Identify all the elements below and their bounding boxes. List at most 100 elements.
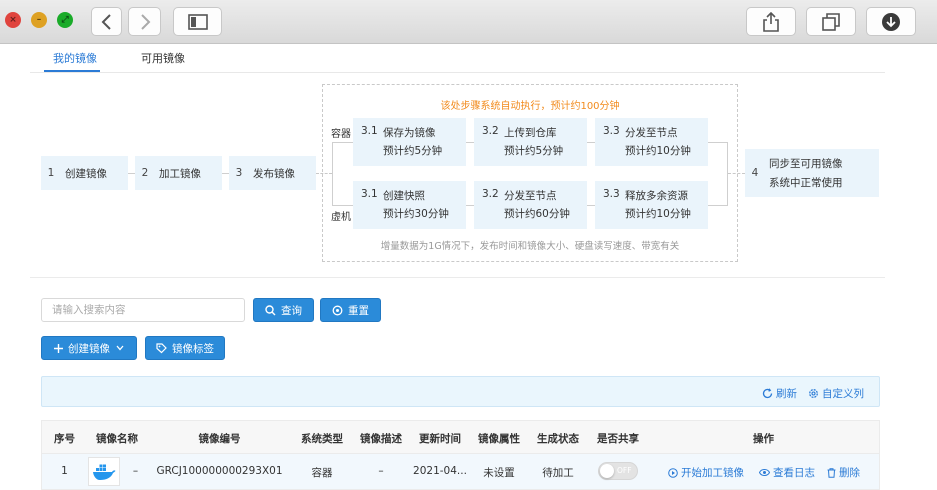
browser-toolbar: × – ⤢ [0,0,937,44]
toggle-label: OFF [617,466,632,475]
cell-status: 待加工 [542,467,574,479]
plus-icon [54,343,63,353]
sub-step-title: 创建快照 [383,190,425,202]
sidebar-toggle-button[interactable] [173,7,222,36]
connector-line [128,173,135,174]
flow-step-number: 1 [47,167,55,179]
tab-available-images[interactable]: 可用镜像 [141,50,185,66]
reset-button[interactable]: 重置 [320,298,381,322]
connector-line [466,142,474,143]
column-header-description: 镜像描述 [360,433,402,445]
connector-line [222,173,229,174]
branch-line [332,142,333,206]
cell-system-type: 容器 [311,467,333,479]
close-window-icon[interactable]: × [5,12,21,28]
cell-attribute: 未设置 [483,467,515,479]
section-divider [30,277,885,278]
image-tags-label: 镜像标签 [172,342,214,355]
tab-my-images[interactable]: 我的镜像 [53,50,97,66]
minimize-window-icon[interactable]: – [31,12,47,28]
flow-step-number: 2 [141,167,149,179]
branch-line [332,142,353,143]
sidebar-icon [187,13,208,30]
docker-whale-icon [93,464,116,480]
share-button[interactable] [746,7,796,36]
back-button[interactable] [91,7,122,36]
flow-step-line1: 同步至可用镜像 [769,158,843,170]
flow-step-process: 2 加工镜像 [135,156,222,190]
sub-step-number: 3.2 [482,125,499,137]
cell-name: – [132,465,139,477]
custom-columns-button[interactable]: 自定义列 [808,386,864,401]
toggle-knob [600,464,614,478]
cell-description: – [378,465,384,477]
column-header-name: 镜像名称 [96,433,138,445]
table-row: 1 – GRCJ100000000293X01 容器 – 2021-04... … [42,454,879,489]
table-toolbar: 刷新 自定义列 [41,376,880,407]
connector-line [587,142,595,143]
auto-steps-notice: 该处步骤系统自动执行，预计约100分钟 [440,101,620,112]
cell-index: 1 [61,465,68,477]
share-toggle[interactable]: OFF [598,462,638,480]
container-step-save: 3.1 保存为镜像 预计约5分钟 [353,118,466,166]
connector-line [466,205,474,206]
flow-step-label: 创建镜像 [65,167,107,180]
downloads-button[interactable] [866,7,916,36]
query-button-label: 查询 [281,304,302,317]
column-header-updated: 更新时间 [419,433,461,445]
search-input[interactable] [41,298,245,322]
sub-step-number: 3.3 [603,188,620,200]
sub-step-duration: 预计约10分钟 [625,208,691,220]
sub-step-duration: 预计约30分钟 [383,208,449,220]
flow-step-publish: 3 发布镜像 [229,156,316,190]
view-log-link[interactable]: 查看日志 [759,465,815,480]
column-header-index: 序号 [54,433,75,445]
query-button[interactable]: 查询 [253,298,314,322]
flow-step-sync: 4 同步至可用镜像 系统中正常使用 [745,149,879,197]
reset-icon [332,305,343,315]
flow-step-text: 同步至可用镜像 系统中正常使用 [769,156,843,190]
sub-step-number: 3.3 [603,125,620,137]
sub-step-duration: 预计约5分钟 [504,145,564,157]
image-thumbnail [88,457,120,486]
active-tab-indicator [44,70,100,72]
column-header-code: 镜像编号 [198,433,241,445]
forward-button[interactable] [128,7,161,36]
play-circle-icon [668,467,678,478]
column-header-actions: 操作 [753,433,774,445]
create-image-dropdown-button[interactable]: 创建镜像 [41,336,137,360]
sub-step-duration: 预计约5分钟 [383,145,443,157]
sub-step-number: 3.2 [482,188,499,200]
refresh-icon [762,388,773,399]
start-processing-link[interactable]: 开始加工镜像 [668,465,744,480]
column-header-system-type: 系统类型 [301,433,343,445]
chevron-right-icon [140,13,150,30]
column-header-attribute: 镜像属性 [478,433,520,445]
refresh-button[interactable]: 刷新 [762,386,797,401]
vm-step-release: 3.3 释放多余资源 预计约10分钟 [595,181,708,229]
chevron-left-icon [101,13,111,30]
trash-icon [827,467,836,478]
create-image-label: 创建镜像 [68,342,110,355]
sub-step-number: 3.1 [361,188,378,200]
container-step-upload: 3.2 上传到仓库 预计约5分钟 [474,118,587,166]
fullscreen-window-icon[interactable]: ⤢ [57,12,73,28]
delete-link[interactable]: 删除 [827,465,860,480]
flow-step-line2: 系统中正常使用 [769,177,843,189]
image-tags-button[interactable]: 镜像标签 [145,336,225,360]
flow-step-number: 3 [235,167,243,179]
container-branch-label: 容器 [331,129,351,140]
vm-branch-label: 虚机 [331,212,351,223]
table-header: 序号 镜像名称 镜像编号 系统类型 镜像描述 更新时间 镜像属性 生成状态 是否… [42,421,879,454]
start-processing-label: 开始加工镜像 [681,467,744,479]
duplicate-tabs-icon [822,12,840,31]
delete-label: 删除 [839,467,860,479]
sub-step-duration: 预计约10分钟 [625,145,691,157]
tabs-overview-button[interactable] [806,7,856,36]
tag-icon [156,342,167,353]
merge-line [708,142,728,143]
sub-step-title: 保存为镜像 [383,127,436,139]
tab-bar: 我的镜像 可用镜像 [30,44,885,73]
sub-step-duration: 预计约60分钟 [504,208,570,220]
cell-updated: 2021-04... [413,465,467,477]
